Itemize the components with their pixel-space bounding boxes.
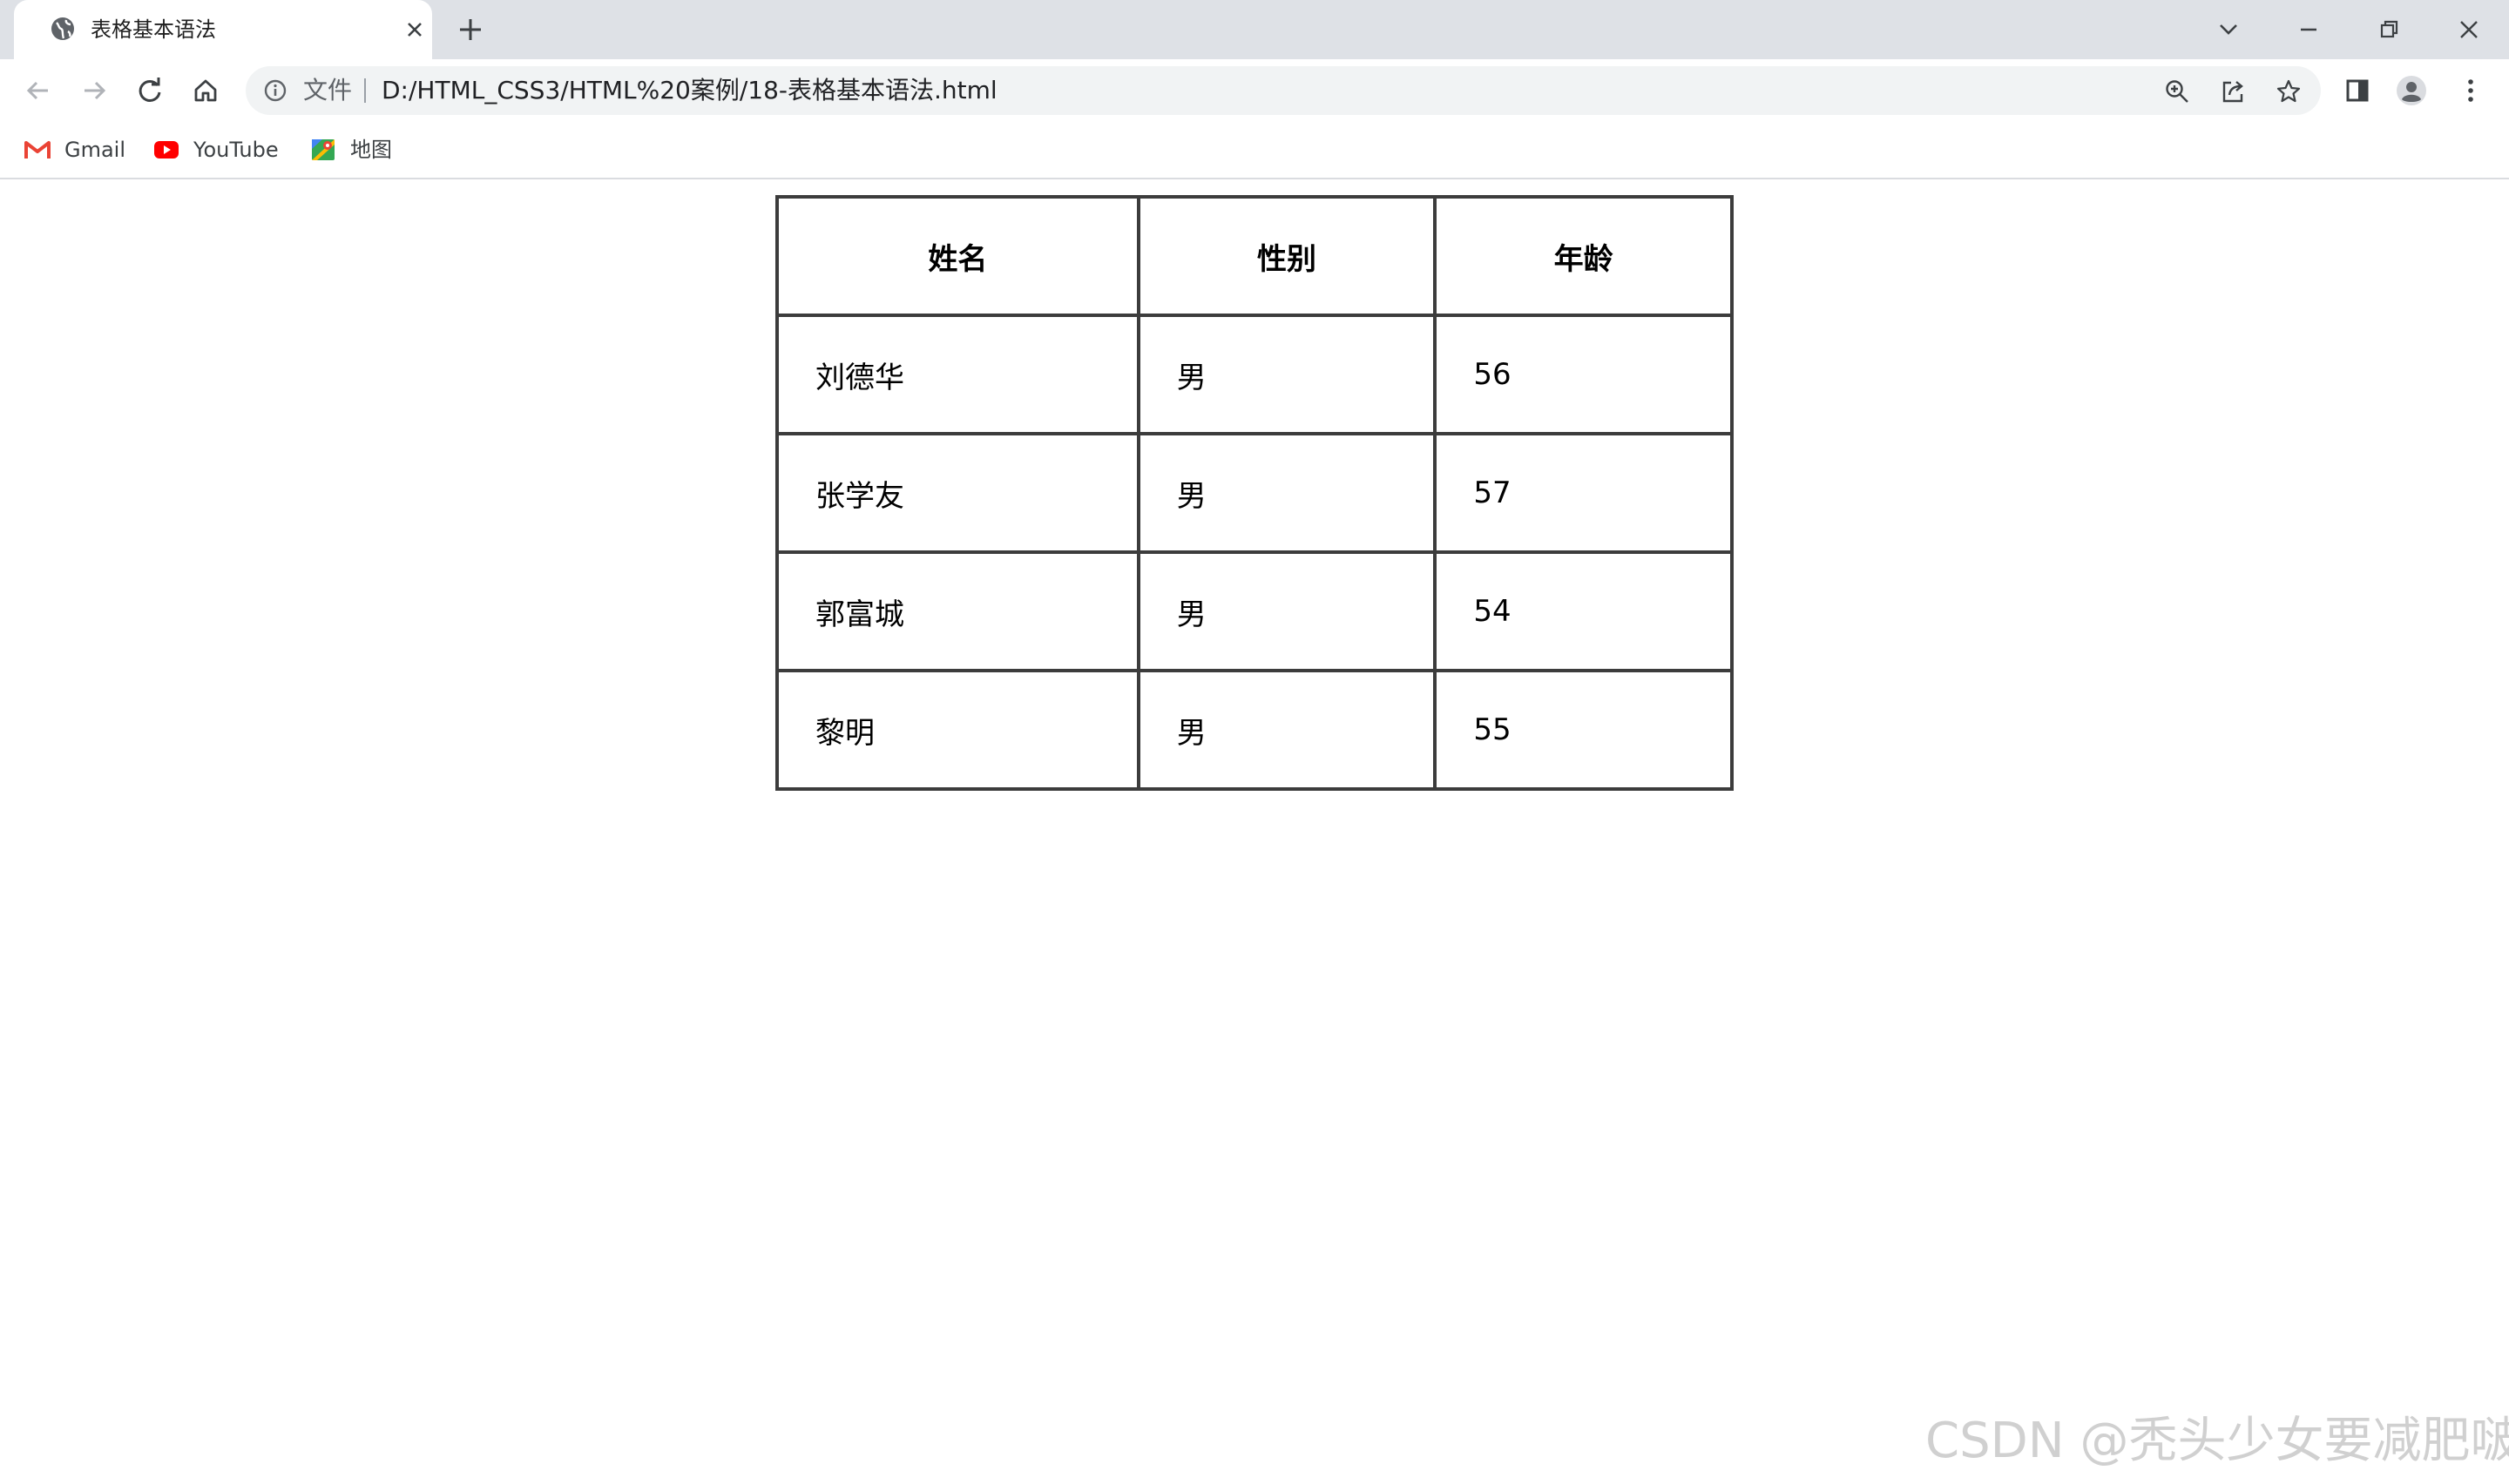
maps-icon xyxy=(310,138,336,162)
bookmark-star-icon[interactable] xyxy=(2276,78,2302,105)
close-tab-icon[interactable] xyxy=(402,17,427,42)
bookmark-label: YouTube xyxy=(193,138,279,162)
restore-window-icon[interactable] xyxy=(2371,12,2406,47)
reload-icon[interactable] xyxy=(134,75,166,106)
bookmark-youtube[interactable]: YouTube xyxy=(153,132,293,167)
close-window-icon[interactable] xyxy=(2452,12,2486,47)
bookmark-label: Gmail xyxy=(64,138,126,162)
gmail-icon xyxy=(24,138,51,162)
table-header-row: 姓名 性别 年龄 xyxy=(775,195,1734,317)
cell-gender: 男 xyxy=(1136,550,1437,672)
address-bar[interactable]: 文件 D:/HTML_CSS3/HTML%20案例/18-表格基本语法.html xyxy=(246,66,2321,115)
tab-search-chevron-icon[interactable] xyxy=(2211,12,2246,47)
back-arrow-icon[interactable] xyxy=(23,75,54,106)
cell-gender: 男 xyxy=(1136,669,1437,791)
header-age: 年龄 xyxy=(1433,195,1734,317)
tab-title: 表格基本语法 xyxy=(91,17,216,42)
cell-age: 54 xyxy=(1433,550,1734,672)
cell-name: 黎明 xyxy=(775,669,1140,791)
table-row: 黎明 男 55 xyxy=(775,669,1734,791)
csdn-watermark: CSDN @秃头少女要减肥啵 xyxy=(1925,1413,2509,1469)
cell-age: 55 xyxy=(1433,669,1734,791)
side-panel-icon[interactable] xyxy=(2342,75,2373,106)
url-text[interactable]: D:/HTML_CSS3/HTML%20案例/18-表格基本语法.html xyxy=(382,66,998,115)
cell-name: 郭富城 xyxy=(775,550,1140,672)
file-scheme-label: 文件 xyxy=(303,76,353,105)
site-info-icon[interactable] xyxy=(263,78,287,103)
globe-icon xyxy=(49,15,77,43)
people-table: 姓名 性别 年龄 刘德华 男 56 张学友 男 57 郭富城 男 54 黎明 男… xyxy=(775,195,1734,791)
table-row: 刘德华 男 56 xyxy=(775,314,1734,435)
youtube-icon xyxy=(153,138,179,162)
profile-avatar-icon[interactable] xyxy=(2396,75,2427,106)
home-icon[interactable] xyxy=(190,75,221,106)
header-name: 姓名 xyxy=(775,195,1140,317)
forward-arrow-icon[interactable] xyxy=(78,75,110,106)
zoom-icon[interactable] xyxy=(2164,78,2190,105)
page-viewport: 姓名 性别 年龄 刘德华 男 56 张学友 男 57 郭富城 男 54 黎明 男… xyxy=(0,179,2509,1484)
cell-age: 57 xyxy=(1433,432,1734,554)
cell-age: 56 xyxy=(1433,314,1734,435)
cell-name: 张学友 xyxy=(775,432,1140,554)
cell-name: 刘德华 xyxy=(775,314,1140,435)
bookmark-maps[interactable]: 地图 xyxy=(310,132,406,167)
table-row: 张学友 男 57 xyxy=(775,432,1734,554)
share-icon[interactable] xyxy=(2220,78,2246,105)
header-gender: 性别 xyxy=(1136,195,1437,317)
bookmarks-bar: Gmail YouTube 地图 xyxy=(0,122,2509,179)
more-menu-icon[interactable] xyxy=(2455,75,2486,106)
browser-toolbar: 文件 D:/HTML_CSS3/HTML%20案例/18-表格基本语法.html xyxy=(0,59,2509,122)
address-divider xyxy=(364,78,366,103)
minimize-icon[interactable] xyxy=(2291,12,2326,47)
bookmark-label: 地图 xyxy=(350,138,392,162)
bookmark-gmail[interactable]: Gmail xyxy=(24,132,129,167)
active-tab[interactable]: 表格基本语法 xyxy=(14,0,432,59)
cell-gender: 男 xyxy=(1136,314,1437,435)
tab-strip: 表格基本语法 xyxy=(0,0,2509,59)
new-tab-plus-icon[interactable] xyxy=(455,14,486,45)
cell-gender: 男 xyxy=(1136,432,1437,554)
table-row: 郭富城 男 54 xyxy=(775,550,1734,672)
